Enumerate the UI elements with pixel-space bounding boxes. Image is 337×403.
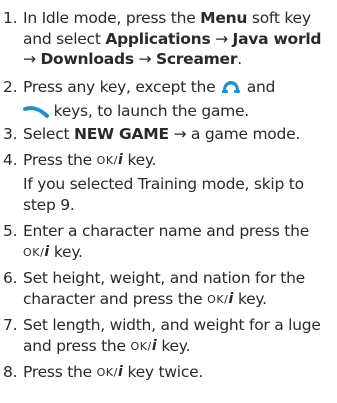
screamer-label: Screamer (155, 50, 238, 68)
step-number: 7. (3, 316, 18, 334)
ok-key-icon: OK/i (207, 291, 233, 307)
text: Press the (23, 363, 97, 381)
text: key. (233, 289, 267, 308)
step-number: 2. (3, 78, 18, 96)
step-text: Set length, width, and weight for a luge… (23, 315, 333, 357)
step-text: Press any key, except the and keys, to l… (23, 77, 333, 124)
call-send-key-icon (220, 79, 242, 101)
step-text: Press the OK/i key. (23, 150, 333, 172)
arrow-icon: → (138, 50, 152, 68)
ok-key-icon: OK/i (96, 152, 123, 168)
ok-key-label: OK/ (96, 154, 118, 167)
arrow-icon: → (215, 29, 228, 48)
end-key-icon (23, 104, 49, 125)
step-number: 8. (3, 363, 18, 381)
arrow-icon: → (23, 50, 36, 68)
text: Enter a character name and press the (23, 222, 309, 240)
new-game-label: NEW GAME (74, 125, 169, 143)
text: . (237, 50, 242, 68)
ok-key-label: OK/ (207, 292, 229, 306)
text: key twice. (122, 363, 204, 381)
ok-key-icon: OK/i (130, 338, 156, 354)
step-number: 5. (3, 222, 18, 240)
java-world-label: Java world (232, 29, 322, 48)
text: and (242, 78, 276, 96)
text: key. (156, 336, 191, 355)
step-8: 8. Press the OK/i key twice. (3, 362, 333, 384)
step-6: 6. Set height, weight, and nation for th… (3, 268, 333, 310)
menu-label: Menu (200, 9, 248, 27)
downloads-label: Downloads (40, 50, 134, 68)
text: Press any key, except the (23, 78, 221, 96)
ok-key-label: OK/ (130, 339, 152, 353)
step-number: 4. (3, 151, 18, 169)
step-5: 5. Enter a character name and press the … (3, 221, 333, 263)
step-text: Set height, weight, and nation for the c… (23, 268, 333, 310)
text: key. (122, 151, 157, 169)
step-number: 6. (3, 269, 18, 287)
text: Select (23, 125, 74, 143)
step-2: 2. Press any key, except the and keys, t… (3, 77, 333, 120)
step-4: 4. Press the OK/i key. (3, 150, 333, 172)
step-text: In Idle mode, press the Menu soft key an… (23, 8, 333, 70)
step-number: 3. (3, 125, 18, 143)
step-text: Press the OK/i key twice. (23, 362, 333, 384)
applications-label: Applications (105, 29, 211, 48)
ok-key-label: OK/ (23, 245, 45, 259)
step-7: 7. Set length, width, and weight for a l… (3, 315, 333, 357)
step-text: Select NEW GAME → a game mode. (23, 124, 333, 145)
ok-key-label: OK/ (96, 366, 118, 379)
text: key. (49, 242, 83, 261)
ok-key-icon: OK/i (23, 244, 49, 260)
manual-page: 1. In Idle mode, press the Menu soft key… (0, 0, 337, 403)
text: → a game mode. (168, 125, 301, 143)
step-3: 3. Select NEW GAME → a game mode. (3, 124, 333, 146)
text: Press the (23, 151, 97, 169)
step-1: 1. In Idle mode, press the Menu soft key… (3, 8, 333, 72)
text: In Idle mode, press the (23, 9, 201, 27)
step-text: Enter a character name and press the OK/… (23, 221, 333, 263)
step-number: 1. (3, 9, 18, 27)
text: keys, to launch the game. (49, 101, 250, 120)
ok-key-icon: OK/i (96, 364, 123, 380)
note-training-mode: If you selected Training mode, skip to s… (23, 175, 304, 214)
